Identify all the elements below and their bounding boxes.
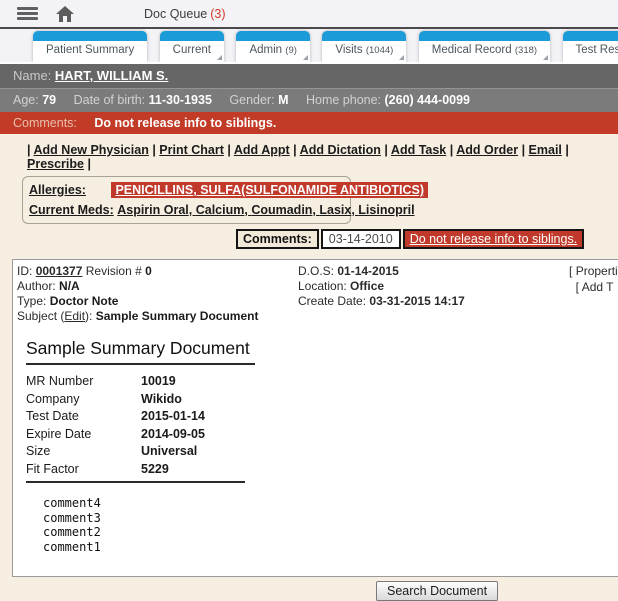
document-comments: comment4 comment3 comment2 comment1 <box>43 496 618 554</box>
comment-line: comment2 <box>43 525 101 539</box>
add-appt-link[interactable]: Add Appt <box>234 143 290 157</box>
med-item[interactable]: Calcium <box>196 203 252 217</box>
patient-demographics-bar: Age: 79 Date of birth: 11-30-1935 Gender… <box>0 88 618 112</box>
comment-date-field[interactable]: 03-14-2010 <box>320 229 401 249</box>
field-row: Expire Date 2014-09-05 <box>26 426 205 441</box>
comment-alert-link[interactable]: Do not release info to siblings. <box>402 229 585 249</box>
author-value: N/A <box>59 279 80 293</box>
create-date-label: Create Date: <box>298 294 367 308</box>
add-task-link[interactable]: Add Task <box>391 143 446 157</box>
patient-comments-bar: Comments: Do not release info to sibling… <box>0 112 618 134</box>
med-item[interactable]: Lasix <box>319 203 358 217</box>
document-title: Sample Summary Document <box>26 338 255 365</box>
location-label: Location: <box>298 279 347 293</box>
add-order-link[interactable]: Add Order <box>456 143 518 157</box>
tab-admin[interactable]: Admin (9) <box>236 31 310 62</box>
gender-label: Gender: <box>229 93 275 107</box>
action-links-row: | Add New Physician | Print Chart | Add … <box>27 143 569 171</box>
revision-value: 0 <box>145 264 152 278</box>
med-item[interactable]: Aspirin Oral <box>117 203 196 217</box>
add-template-link[interactable]: Add T <box>582 280 614 294</box>
chart-comment-bar: Comments: 03-14-2010 Do not release info… <box>236 229 618 249</box>
prescribe-link[interactable]: Prescribe <box>27 157 84 171</box>
document-fields: MR Number 10019 Company Wikido Test Date 20… <box>26 373 618 483</box>
tab-current[interactable]: Current <box>159 31 225 62</box>
comment-line: comment1 <box>43 539 101 554</box>
location-value: Office <box>350 279 385 293</box>
subject-label: Subject ( <box>17 309 65 323</box>
med-item[interactable]: Coumadin <box>251 203 319 217</box>
field-row: Company Wikido <box>26 391 182 406</box>
create-date-value: 03-31-2015 14:17 <box>369 294 465 308</box>
field-row: Test Date 2015-01-14 <box>26 409 205 423</box>
gender-value: M <box>278 93 289 107</box>
patient-name-bar: Name: HART, WILLIAM S. <box>0 64 618 88</box>
type-label: Type: <box>17 294 47 308</box>
current-meds-link[interactable]: Current Meds: <box>29 203 114 217</box>
age-label: Age: <box>13 93 39 107</box>
tab-visits[interactable]: Visits (1044) <box>322 31 407 62</box>
dob-value: 11-30-1935 <box>148 93 212 107</box>
phone-value: (260) 444-0099 <box>384 93 470 107</box>
queue-count-badge: (3) <box>210 6 226 21</box>
age-value: 79 <box>42 93 57 107</box>
allergies-link[interactable]: Allergies: <box>29 183 86 197</box>
revision-label: Revision # <box>85 264 142 278</box>
page-title: Doc Queue <box>144 6 208 21</box>
properties-link[interactable]: Properties <box>576 264 618 278</box>
type-value: Doctor Note <box>49 294 119 308</box>
field-row: MR Number 10019 <box>26 374 176 388</box>
field-row: Fit Factor 5229 <box>26 461 169 476</box>
comment-line: comment4 <box>43 496 101 510</box>
dos-label: D.O.S: <box>298 264 335 278</box>
comments-value: Do not release info to siblings. <box>94 116 277 130</box>
email-link[interactable]: Email <box>529 143 562 157</box>
phone-label: Home phone: <box>305 93 382 107</box>
name-label: Name: <box>13 68 52 83</box>
allergy-item[interactable]: PENICILLINS <box>115 183 200 197</box>
tab-test-results[interactable]: Test Results (81) <box>562 31 618 62</box>
comment-line: comment3 <box>43 510 101 525</box>
patient-name-link[interactable]: HART, WILLIAM S. <box>55 68 168 83</box>
document-panel: ID: 0001377 Revision # 0 Author: N/A Typ… <box>12 259 618 577</box>
doc-id-label: ID: <box>17 264 33 278</box>
tab-patient-summary[interactable]: Patient Summary <box>33 31 148 62</box>
search-document-button[interactable]: Search Document <box>376 581 499 601</box>
comments-label: Comments: <box>13 116 77 130</box>
document-body: Sample Summary Document MR Number 10019 C… <box>13 324 618 554</box>
allergies-meds-box: Allergies: PENICILLINSSULFA(SULFONAMIDE … <box>22 176 429 224</box>
hamburger-menu-icon[interactable] <box>17 7 38 20</box>
comment-bar-label: Comments: <box>236 229 319 249</box>
document-metadata-actions: [ Properties [ Add T <box>569 264 618 296</box>
tab-strip: Patient Summary Current Admin (9) Visits… <box>0 29 618 64</box>
document-metadata-middle: D.O.S: 01-14-2015 Location: Office Creat… <box>298 264 465 309</box>
dos-value: 01-14-2015 <box>337 264 399 278</box>
add-dictation-link[interactable]: Add Dictation <box>300 143 381 157</box>
subject-value: Sample Summary Document <box>95 309 259 323</box>
divider <box>26 481 245 483</box>
top-bar: Doc Queue (3) <box>0 0 618 29</box>
allergy-alert-badge: PENICILLINSSULFA(SULFONAMIDE ANTIBIOTICS… <box>111 182 429 198</box>
allergy-item[interactable]: SULFA(SULFONAMIDE ANTIBIOTICS) <box>200 183 424 197</box>
author-label: Author: <box>17 279 56 293</box>
print-chart-link[interactable]: Print Chart <box>159 143 224 157</box>
add-new-physician-link[interactable]: Add New Physician <box>34 143 149 157</box>
subject-edit-link[interactable]: Edit <box>64 309 85 323</box>
tab-medical-record[interactable]: Medical Record (318) <box>418 31 551 62</box>
dob-label: Date of birth: <box>73 93 146 107</box>
home-icon[interactable] <box>56 5 74 22</box>
med-item[interactable]: Lisinopril <box>358 203 414 217</box>
doc-id-link[interactable]: 0001377 <box>36 264 83 278</box>
field-row: Size Universal <box>26 444 198 458</box>
